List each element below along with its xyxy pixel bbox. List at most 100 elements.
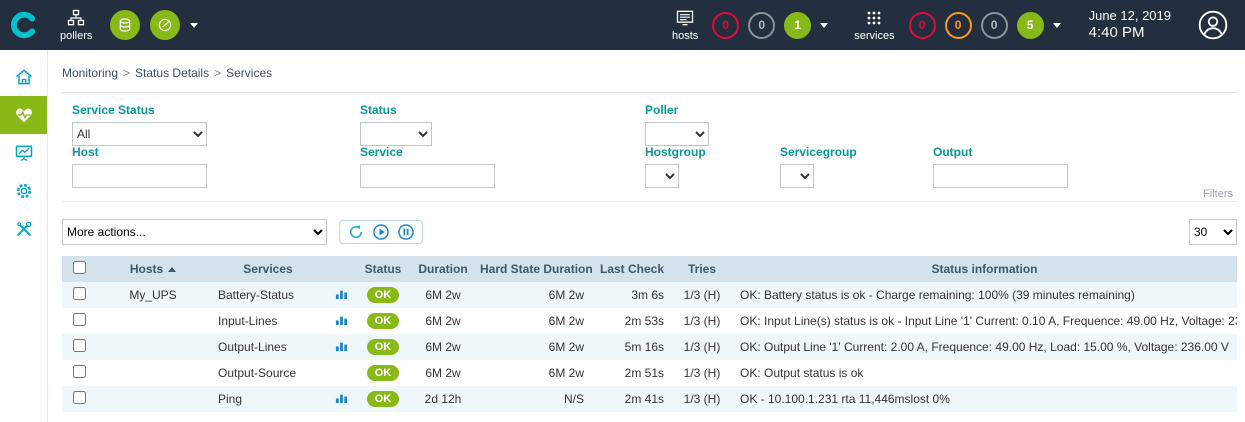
row-checkbox[interactable] bbox=[73, 339, 86, 352]
bar-chart-icon[interactable] bbox=[335, 339, 348, 352]
pollers-chevron-down-icon[interactable] bbox=[190, 23, 198, 28]
breadcrumb-separator: > bbox=[214, 66, 221, 80]
refresh-button[interactable] bbox=[347, 223, 365, 241]
header-status[interactable]: Status bbox=[356, 256, 410, 282]
services-warning-badge[interactable]: 0 bbox=[945, 12, 972, 39]
servicegroup-select[interactable] bbox=[780, 164, 814, 188]
service-link[interactable]: Output-Lines bbox=[218, 340, 287, 354]
header-tries[interactable]: Tries bbox=[672, 256, 732, 282]
centreon-logo-icon bbox=[10, 11, 38, 39]
services-label: services bbox=[854, 30, 894, 42]
sidebar-item-monitoring[interactable] bbox=[0, 96, 47, 134]
page-size-select[interactable]: 30 bbox=[1189, 219, 1237, 245]
select-all-checkbox[interactable] bbox=[73, 261, 86, 274]
pollers-menu[interactable]: pollers bbox=[60, 8, 92, 42]
filters-panel-label: Filters bbox=[1203, 188, 1233, 200]
row-checkbox[interactable] bbox=[73, 287, 86, 300]
clock: June 12, 2019 4:40 PM bbox=[1089, 8, 1171, 43]
header-hard-state-duration[interactable]: Hard State Duration bbox=[476, 256, 592, 282]
servicegroup-label: Servicegroup bbox=[780, 145, 857, 159]
service-link[interactable]: Battery-Status bbox=[218, 288, 294, 302]
service-link[interactable]: Ping bbox=[218, 392, 242, 406]
header-status-information[interactable]: Status information bbox=[732, 256, 1237, 282]
more-actions-select[interactable]: More actions... bbox=[62, 219, 327, 245]
bar-chart-icon[interactable] bbox=[335, 287, 348, 300]
main-content: Monitoring>Status Details>Services Servi… bbox=[48, 50, 1245, 422]
select-all-header[interactable] bbox=[62, 256, 96, 282]
tries-cell: 1/3 (H) bbox=[672, 386, 732, 412]
sidebar-item-configuration[interactable] bbox=[0, 172, 47, 210]
service-status-select[interactable]: All bbox=[72, 122, 207, 146]
hosts-up-badge[interactable]: 1 bbox=[784, 12, 811, 39]
header-hosts[interactable]: Hosts bbox=[96, 256, 210, 282]
status-information-cell: OK: Input Line(s) status is ok - Input L… bbox=[732, 308, 1237, 334]
services-unknown-badge[interactable]: 0 bbox=[981, 12, 1008, 39]
hosts-down-badge[interactable]: 0 bbox=[712, 12, 739, 39]
bar-chart-icon[interactable] bbox=[335, 391, 348, 404]
sidebar-item-administration[interactable] bbox=[0, 210, 47, 248]
poller-select[interactable] bbox=[645, 122, 709, 146]
output-input[interactable] bbox=[933, 164, 1068, 188]
hosts-status-badges: 0 0 1 bbox=[712, 12, 828, 39]
header-hard-state-duration-label: Hard State Duration bbox=[480, 262, 593, 276]
hostgroup-label: Hostgroup bbox=[645, 145, 706, 159]
pause-icon bbox=[397, 223, 415, 241]
hosts-menu[interactable]: hosts bbox=[672, 8, 698, 42]
pollers-icon bbox=[66, 8, 86, 28]
hosts-unreachable-badge[interactable]: 0 bbox=[748, 12, 775, 39]
play-refresh-button[interactable] bbox=[372, 223, 390, 241]
last-check-cell: 2m 41s bbox=[592, 386, 672, 412]
row-checkbox[interactable] bbox=[73, 313, 86, 326]
status-information-cell: OK: Output status is ok bbox=[732, 360, 1237, 386]
current-date: June 12, 2019 bbox=[1089, 8, 1171, 24]
bar-chart-icon[interactable] bbox=[335, 313, 348, 326]
host-link[interactable]: My_UPS bbox=[129, 288, 176, 302]
header-services[interactable]: Services bbox=[210, 256, 326, 282]
service-link[interactable]: Input-Lines bbox=[218, 314, 277, 328]
row-checkbox[interactable] bbox=[73, 365, 86, 378]
table-row: Output-Source OK 6M 2w 6M 2w 2m 51s 1/3 … bbox=[62, 360, 1237, 386]
hard-state-duration-cell: 6M 2w bbox=[476, 360, 592, 386]
tries-cell: 1/3 (H) bbox=[672, 334, 732, 360]
sort-asc-icon bbox=[168, 267, 176, 272]
last-check-cell: 3m 6s bbox=[592, 282, 672, 308]
service-link[interactable]: Output-Source bbox=[218, 366, 296, 380]
table-header-row: Hosts Services Status Duration Hard Stat… bbox=[62, 256, 1237, 282]
status-select[interactable] bbox=[360, 122, 432, 146]
table-row: My_UPS Battery-Status OK 6M 2w 6M 2w 3m … bbox=[62, 282, 1237, 308]
last-check-cell: 5m 16s bbox=[592, 334, 672, 360]
table-row: Input-Lines OK 6M 2w 6M 2w 2m 53s 1/3 (H… bbox=[62, 308, 1237, 334]
hosts-chevron-down-icon[interactable] bbox=[820, 23, 828, 28]
status-badge: OK bbox=[367, 391, 400, 407]
header-duration[interactable]: Duration bbox=[410, 256, 476, 282]
host-input[interactable] bbox=[72, 164, 207, 188]
status-information-cell: OK: Output Line '1' Current: 2.00 A, Fre… bbox=[732, 334, 1237, 360]
status-information-cell: OK: Battery status is ok - Charge remain… bbox=[732, 282, 1237, 308]
breadcrumb-monitoring[interactable]: Monitoring bbox=[62, 66, 118, 80]
pause-refresh-button[interactable] bbox=[397, 223, 415, 241]
service-input[interactable] bbox=[360, 164, 495, 188]
breadcrumb-services[interactable]: Services bbox=[226, 66, 272, 80]
poller-database-status[interactable] bbox=[110, 10, 140, 40]
sidebar-item-reporting[interactable] bbox=[0, 134, 47, 172]
breadcrumb-status-details[interactable]: Status Details bbox=[135, 66, 209, 80]
header-last-check[interactable]: Last Check bbox=[592, 256, 672, 282]
poller-latency-status[interactable] bbox=[150, 10, 180, 40]
services-menu[interactable]: services bbox=[854, 8, 894, 42]
hostgroup-select[interactable] bbox=[645, 164, 679, 188]
user-menu[interactable] bbox=[1197, 9, 1229, 41]
play-icon bbox=[372, 223, 390, 241]
table-row: Output-Lines OK 6M 2w 6M 2w 5m 16s 1/3 (… bbox=[62, 334, 1237, 360]
sidebar-item-home[interactable] bbox=[0, 58, 47, 96]
services-chevron-down-icon[interactable] bbox=[1053, 23, 1061, 28]
last-check-cell: 2m 53s bbox=[592, 308, 672, 334]
centreon-logo[interactable] bbox=[0, 0, 48, 50]
actions-toolbar: More actions... bbox=[62, 218, 1237, 246]
tries-cell: 1/3 (H) bbox=[672, 308, 732, 334]
status-badge: OK bbox=[367, 339, 400, 355]
header-last-check-label: Last Check bbox=[600, 262, 664, 276]
services-ok-badge[interactable]: 5 bbox=[1017, 12, 1044, 39]
hard-state-duration-cell: 6M 2w bbox=[476, 308, 592, 334]
services-critical-badge[interactable]: 0 bbox=[909, 12, 936, 39]
row-checkbox[interactable] bbox=[73, 391, 86, 404]
